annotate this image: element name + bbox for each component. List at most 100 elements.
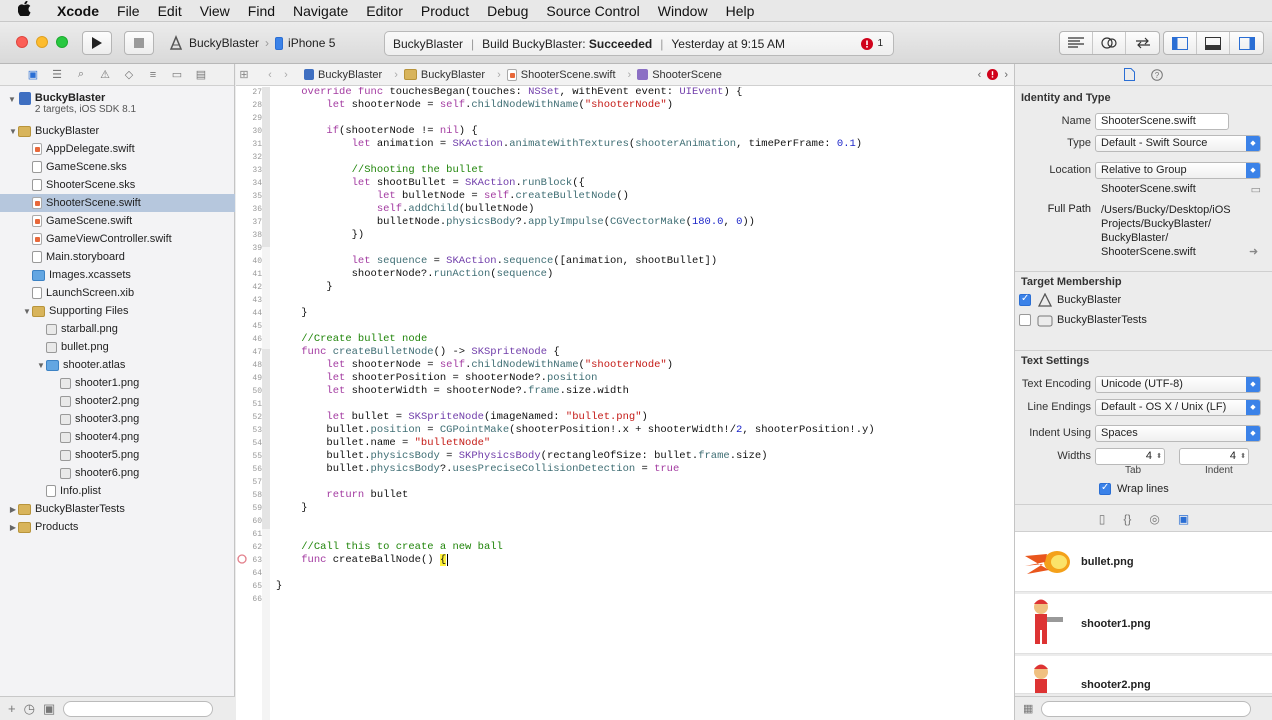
- indent-width-field[interactable]: 4 ⬍: [1179, 447, 1249, 465]
- stop-button[interactable]: [124, 31, 154, 55]
- tab-width-field[interactable]: 4 ⬍: [1095, 447, 1165, 465]
- navigator-item[interactable]: GameScene.sks: [0, 158, 235, 176]
- debug-tab-icon[interactable]: ≡: [146, 68, 160, 82]
- next-issue-icon[interactable]: ›: [1004, 69, 1008, 81]
- code-line[interactable]: let animation = SKAction.animateWithText…: [276, 138, 862, 150]
- navigator-toggle-icon[interactable]: [1164, 32, 1197, 54]
- code-area[interactable]: override func touchesBegan(touches: NSSe…: [276, 87, 1006, 720]
- code-line[interactable]: func createBulletNode() -> SKSpriteNode …: [276, 346, 559, 358]
- disclosure-triangle-icon[interactable]: ▶: [8, 523, 18, 532]
- navigator-item[interactable]: ShooterScene.sks: [0, 176, 235, 194]
- jump-crumb-file[interactable]: ShooterScene.swift: [506, 68, 616, 81]
- name-field[interactable]: ShooterScene.swift: [1095, 112, 1229, 130]
- wrap-lines-row[interactable]: Wrap lines: [1099, 482, 1169, 495]
- code-snippet-icon[interactable]: {}: [1123, 512, 1131, 526]
- jump-crumb-project[interactable]: BuckyBlaster: [304, 69, 382, 81]
- navigator-item[interactable]: Info.plist: [0, 482, 235, 500]
- navigator-item[interactable]: starball.png: [0, 320, 235, 338]
- library-filter-input[interactable]: [1041, 700, 1252, 717]
- menu-help[interactable]: Help: [717, 0, 764, 22]
- code-line[interactable]: let shooterWidth = shooterNode?.frame.si…: [276, 385, 628, 397]
- code-line[interactable]: let sequence = SKAction.sequence([animat…: [276, 255, 718, 267]
- code-line[interactable]: bullet.physicsBody = SKPhysicsBody(recta…: [276, 450, 767, 462]
- code-line[interactable]: bullet.name = "bulletNode": [276, 437, 490, 449]
- navigator-item[interactable]: shooter6.png: [0, 464, 235, 482]
- code-line[interactable]: //Call this to create a new ball: [276, 541, 503, 553]
- navigator-item[interactable]: ▶ BuckyBlasterTests: [0, 500, 235, 518]
- navigator-item[interactable]: shooter4.png: [0, 428, 235, 446]
- back-icon[interactable]: ‹: [262, 69, 278, 81]
- add-icon[interactable]: +: [8, 701, 16, 716]
- target-row[interactable]: BuckyBlasterTests: [1019, 313, 1147, 327]
- related-items-icon[interactable]: ⊞: [236, 68, 252, 81]
- scheme-selector[interactable]: BuckyBlaster › iPhone 5: [168, 32, 335, 54]
- forward-icon[interactable]: ›: [278, 69, 294, 81]
- view-toggle-control[interactable]: [1163, 31, 1264, 55]
- wrap-lines-checkbox[interactable]: [1099, 482, 1111, 495]
- zoom-window-button[interactable]: [56, 36, 68, 48]
- code-line[interactable]: }: [276, 502, 307, 514]
- reveal-in-finder-icon[interactable]: ➜: [1249, 245, 1258, 258]
- navigator-item[interactable]: LaunchScreen.xib: [0, 284, 235, 302]
- test-tab-icon[interactable]: ◇: [122, 68, 136, 82]
- code-line[interactable]: shooterNode?.runAction(sequence): [276, 268, 554, 280]
- navigator-item[interactable]: shooter5.png: [0, 446, 235, 464]
- navigator-filter-input[interactable]: [63, 700, 214, 717]
- symbol-tab-icon[interactable]: ☰: [50, 68, 64, 82]
- navigator-item[interactable]: AppDelegate.swift: [0, 140, 235, 158]
- navigator-item[interactable]: ShooterScene.swift: [0, 194, 235, 212]
- run-button[interactable]: [82, 31, 112, 55]
- log-tab-icon[interactable]: ▤: [194, 68, 208, 82]
- utilities-toggle-icon[interactable]: [1230, 32, 1263, 54]
- code-line[interactable]: }: [276, 307, 307, 319]
- menu-product[interactable]: Product: [412, 0, 478, 22]
- line-endings-popup[interactable]: Default - OS X / Unix (LF) ◆: [1095, 398, 1261, 416]
- recent-files-icon[interactable]: ◷: [24, 701, 35, 717]
- disclosure-triangle-icon[interactable]: ▶: [8, 505, 18, 514]
- code-line[interactable]: //Create bullet node: [276, 333, 427, 345]
- project-root[interactable]: ▼ BuckyBlaster 2 targets, iOS SDK 8.1: [8, 92, 136, 115]
- menu-find[interactable]: Find: [239, 0, 284, 22]
- menu-debug[interactable]: Debug: [478, 0, 537, 22]
- menu-source-control[interactable]: Source Control: [537, 0, 648, 22]
- folder-reveal-icon[interactable]: ▭: [1251, 183, 1261, 196]
- menu-window[interactable]: Window: [649, 0, 717, 22]
- navigator-item[interactable]: Main.storyboard: [0, 248, 235, 266]
- target-row[interactable]: BuckyBlaster: [1019, 293, 1121, 307]
- menu-edit[interactable]: Edit: [149, 0, 191, 22]
- indent-using-popup[interactable]: Spaces ◆: [1095, 424, 1261, 442]
- code-line[interactable]: return bullet: [276, 489, 408, 501]
- menu-navigate[interactable]: Navigate: [284, 0, 357, 22]
- close-window-button[interactable]: [16, 36, 28, 48]
- code-line[interactable]: let shooterNode = self.childNodeWithName…: [276, 359, 673, 371]
- issue-tab-icon[interactable]: ⚠: [98, 68, 112, 82]
- fold-region[interactable]: [262, 349, 270, 529]
- apple-menu-icon[interactable]: [0, 0, 48, 20]
- code-line[interactable]: bulletNode.physicsBody?.applyImpulse(CGV…: [276, 216, 755, 228]
- code-folding-ribbon[interactable]: [262, 87, 270, 720]
- menu-xcode[interactable]: Xcode: [48, 0, 108, 22]
- disclosure-triangle-icon[interactable]: ▼: [8, 95, 16, 115]
- grid-view-icon[interactable]: ▦: [1023, 702, 1033, 715]
- menu-file[interactable]: File: [108, 0, 149, 22]
- error-marker-icon[interactable]: [237, 554, 247, 564]
- code-line[interactable]: }: [276, 281, 332, 293]
- source-control-filter-icon[interactable]: ▣: [43, 701, 55, 717]
- assistant-editor-icon[interactable]: [1093, 32, 1126, 54]
- jump-crumb-symbol[interactable]: ShooterScene: [637, 69, 722, 81]
- object-library-icon[interactable]: ◎: [1149, 512, 1159, 526]
- folder-tab-icon[interactable]: ▣: [26, 68, 40, 82]
- navigator-item[interactable]: GameScene.swift: [0, 212, 235, 230]
- code-line[interactable]: override func touchesBegan(touches: NSSe…: [276, 87, 742, 98]
- fold-region[interactable]: [262, 87, 270, 247]
- stepper-icon[interactable]: ⬍: [1156, 452, 1162, 460]
- code-line[interactable]: //Shooting the bullet: [276, 164, 484, 176]
- navigator-item[interactable]: ▼ BuckyBlaster: [0, 122, 235, 140]
- navigator-item[interactable]: shooter1.png: [0, 374, 235, 392]
- code-line[interactable]: self.addChild(bulletNode): [276, 203, 535, 215]
- disclosure-triangle-icon[interactable]: ▼: [8, 127, 18, 136]
- code-line[interactable]: bullet.position = CGPointMake(shooterPos…: [276, 424, 874, 436]
- media-library-icon[interactable]: ▣: [1178, 512, 1189, 526]
- file-inspector-icon[interactable]: [1124, 68, 1135, 81]
- code-line[interactable]: bullet.physicsBody?.usesPreciseCollision…: [276, 463, 679, 475]
